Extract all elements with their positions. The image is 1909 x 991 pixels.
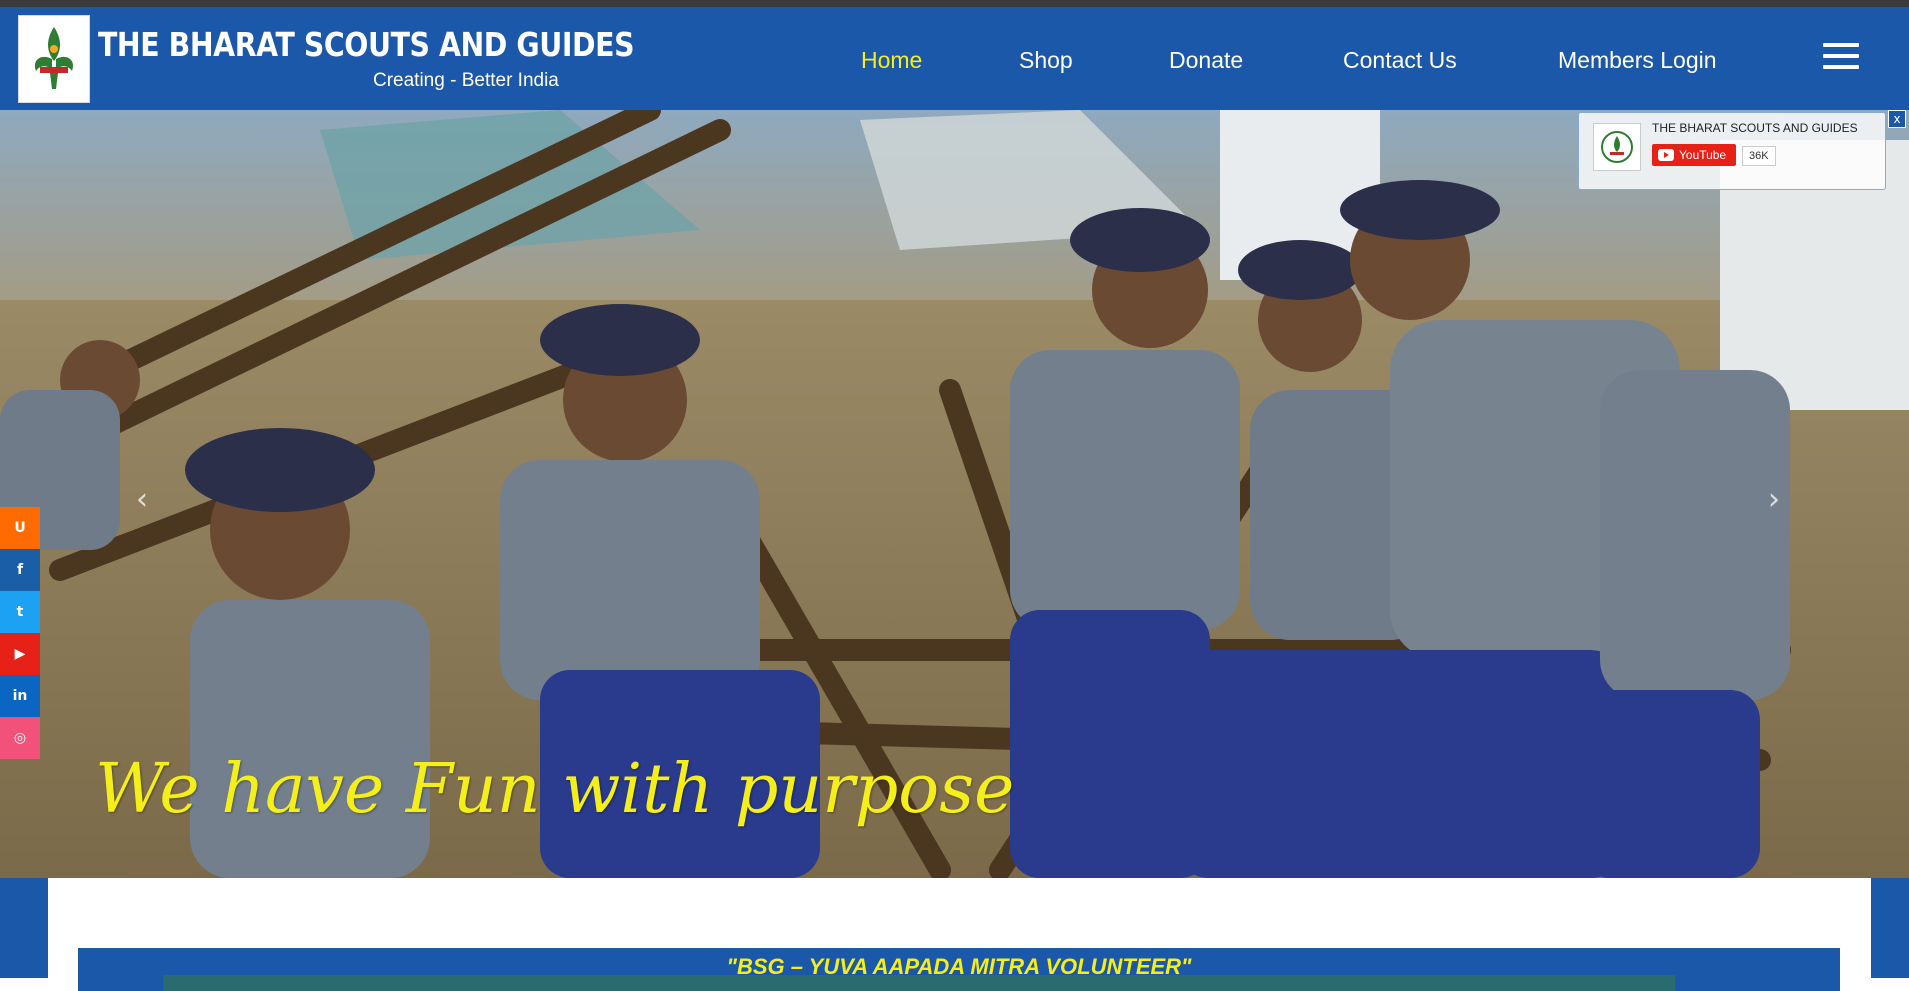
- hero-slider: We have Fun with purpose ‹ › THE BHARAT …: [0, 110, 1909, 878]
- nav-contact-us[interactable]: Contact Us: [1343, 47, 1457, 74]
- youtube-button-label: YouTube: [1679, 148, 1727, 162]
- right-accent-bar: [1871, 878, 1909, 978]
- channel-logo: [1593, 123, 1641, 171]
- instagram-icon[interactable]: ◎: [0, 717, 40, 759]
- fleur-de-lis-emblem-icon: [34, 27, 74, 89]
- youtube-icon[interactable]: ▶: [0, 633, 40, 675]
- nav-members-login[interactable]: Members Login: [1558, 47, 1717, 74]
- content-section: "BSG – YUVA AAPADA MITRA VOLUNTEER": [0, 878, 1909, 991]
- channel-emblem-icon: [1601, 131, 1633, 163]
- brand-title[interactable]: THE BHARAT SCOUTS AND GUIDES: [98, 25, 635, 64]
- close-icon[interactable]: x: [1888, 110, 1906, 128]
- brand-tagline: Creating - Better India: [373, 70, 559, 91]
- left-accent-bar: [0, 878, 48, 978]
- facebook-icon[interactable]: f: [0, 549, 40, 591]
- youtube-widget[interactable]: THE BHARAT SCOUTS AND GUIDES YouTube 36K: [1578, 112, 1886, 190]
- flipboard-icon[interactable]: U: [0, 507, 40, 549]
- youtube-channel-name[interactable]: THE BHARAT SCOUTS AND GUIDES: [1652, 121, 1858, 135]
- chevron-right-icon[interactable]: ›: [1768, 482, 1780, 517]
- top-strip: [0, 0, 1909, 7]
- chevron-left-icon[interactable]: ‹: [136, 482, 148, 517]
- nav-shop[interactable]: Shop: [1019, 47, 1073, 74]
- youtube-subscriber-count: 36K: [1742, 146, 1776, 166]
- social-sidebar: U f t ▶ in ◎: [0, 507, 40, 759]
- twitter-icon[interactable]: t: [0, 591, 40, 633]
- site-header: THE BHARAT SCOUTS AND GUIDES Creating - …: [0, 7, 1909, 110]
- hamburger-menu-icon[interactable]: [1823, 43, 1859, 73]
- nav-home[interactable]: Home: [861, 47, 922, 74]
- embedded-toolbar-strip: [163, 975, 1675, 991]
- site-logo[interactable]: [18, 15, 90, 103]
- hero-caption: We have Fun with purpose: [95, 750, 1015, 829]
- linkedin-icon[interactable]: in: [0, 675, 40, 717]
- nav-donate[interactable]: Donate: [1169, 47, 1243, 74]
- youtube-play-icon: [1658, 149, 1674, 161]
- youtube-subscribe-button[interactable]: YouTube: [1652, 144, 1736, 166]
